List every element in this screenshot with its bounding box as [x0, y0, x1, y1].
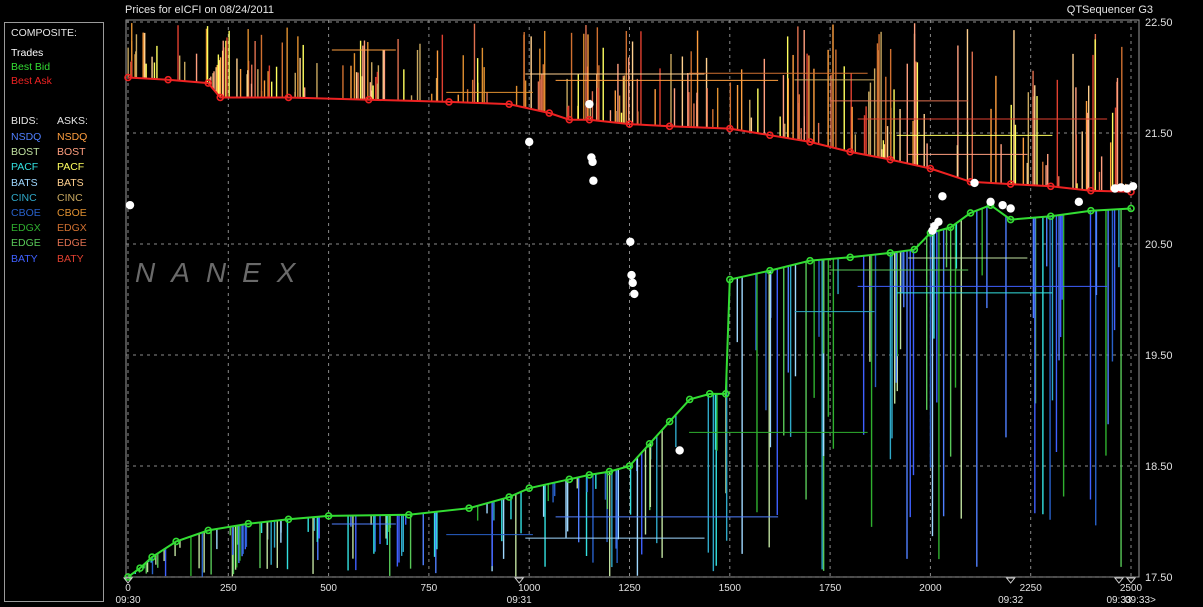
- time-marker: [1005, 577, 1016, 584]
- trade-point: [1128, 182, 1138, 191]
- time-label: 09:31: [507, 595, 532, 606]
- trade-point: [627, 270, 636, 280]
- time-label: 09:33>: [1125, 595, 1156, 606]
- watermark: NANEX: [135, 257, 311, 288]
- time-label: 09:30: [115, 595, 140, 606]
- x-tick-label: 250: [220, 583, 237, 594]
- trade-point: [525, 137, 534, 147]
- x-tick-label: 2500: [1120, 583, 1143, 594]
- x-tick-label: 2000: [919, 583, 942, 594]
- y-tick-label: 21.50: [1145, 128, 1173, 140]
- trade-point: [626, 237, 635, 246]
- x-tick-label: 1750: [819, 583, 842, 594]
- x-tick-label: 1500: [719, 583, 742, 594]
- trade-point: [675, 446, 684, 455]
- trade-point: [1074, 197, 1084, 207]
- trade-point: [938, 192, 947, 201]
- trade-point: [986, 197, 995, 207]
- x-tick-label: 1250: [618, 583, 641, 594]
- x-tick-label: 500: [320, 583, 337, 594]
- y-tick-label: 19.50: [1145, 350, 1173, 362]
- trade-point: [630, 289, 639, 299]
- trade-point: [628, 278, 637, 288]
- trade-point: [998, 200, 1007, 210]
- trade-point: [125, 200, 135, 210]
- time-label: 09:32: [998, 595, 1023, 606]
- trade-point: [970, 178, 979, 188]
- trade-point: [588, 157, 597, 167]
- trade-point: [585, 99, 594, 109]
- y-tick-label: 22.50: [1145, 17, 1173, 29]
- trade-point: [589, 176, 598, 185]
- trade-point: [1006, 204, 1015, 213]
- x-tick-label: 2250: [1020, 583, 1043, 594]
- x-tick-label: 750: [421, 583, 438, 594]
- x-tick-label: 1000: [518, 583, 541, 594]
- trade-point: [934, 217, 943, 226]
- y-tick-label: 17.50: [1145, 572, 1173, 584]
- price-chart: NANEX 17.50 18.50 19.50 20.50 21.50 22.50 0 250…: [115, 17, 1173, 606]
- y-tick-label: 18.50: [1145, 461, 1173, 473]
- x-tick-label: 0: [125, 583, 131, 594]
- exchange-quote-lines: [127, 23, 1127, 577]
- y-tick-label: 20.50: [1145, 239, 1173, 251]
